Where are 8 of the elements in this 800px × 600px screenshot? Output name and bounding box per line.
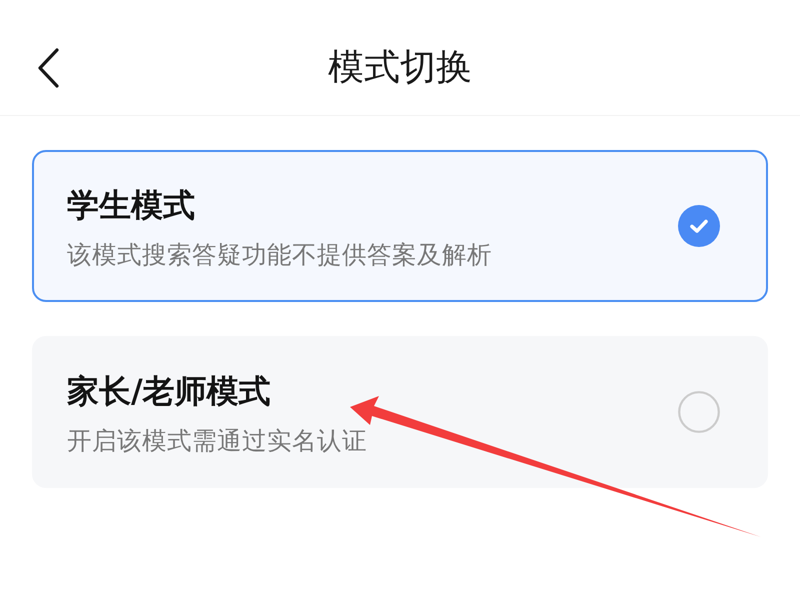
mode-description: 开启该模式需通过实名认证	[67, 425, 367, 457]
checkmark-circle-icon[interactable]	[678, 205, 720, 247]
mode-option-card[interactable]: 家长/老师模式 开启该模式需通过实名认证	[32, 336, 768, 488]
mode-option-card[interactable]: 学生模式 该模式搜索答疑功能不提供答案及解析	[32, 150, 768, 302]
mode-title: 家长/老师模式	[67, 371, 271, 411]
mode-title: 学生模式	[67, 185, 195, 225]
page-title: 模式切换	[327, 46, 473, 90]
mode-description: 该模式搜索答疑功能不提供答案及解析	[67, 239, 492, 271]
